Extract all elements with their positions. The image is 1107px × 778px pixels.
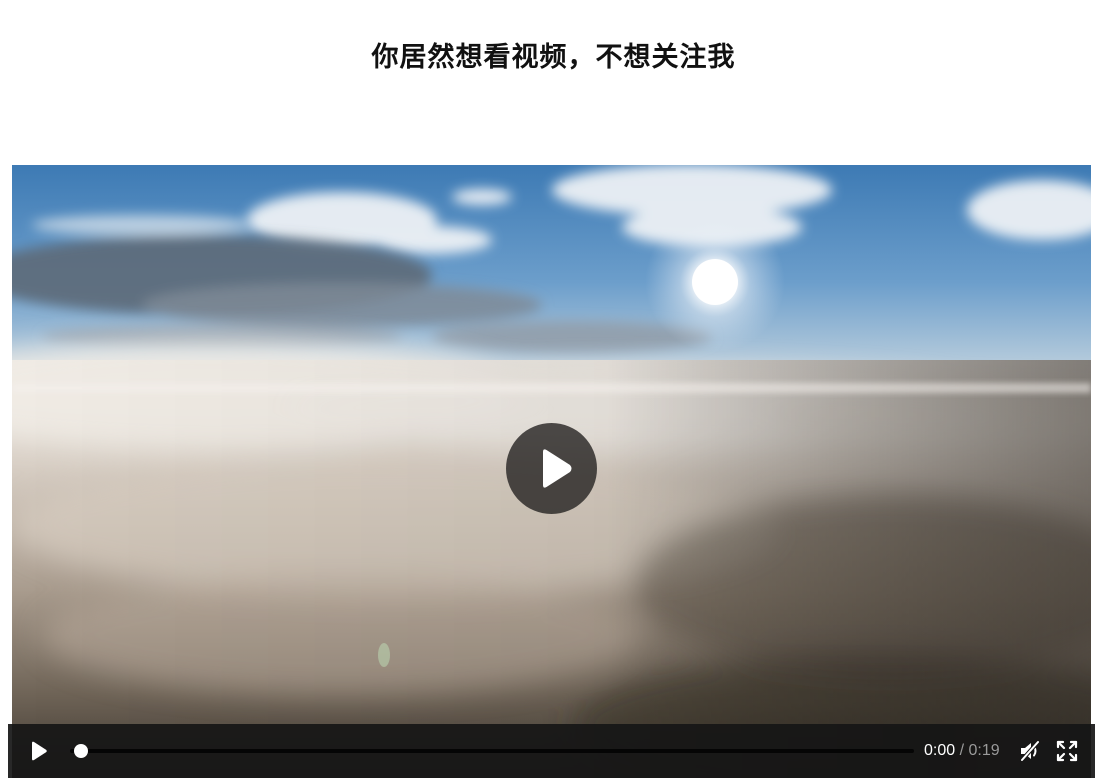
time-separator: /	[959, 742, 965, 759]
play-icon	[543, 449, 572, 488]
time-display: 0:00 / 0:19	[924, 740, 1000, 762]
seek-bar[interactable]	[70, 744, 914, 758]
video-player[interactable]	[12, 165, 1091, 778]
current-time: 0:00	[924, 742, 956, 759]
play-icon	[32, 741, 47, 761]
big-play-button[interactable]	[506, 423, 597, 514]
play-button[interactable]	[24, 737, 52, 765]
muted-speaker-icon	[1020, 740, 1040, 762]
page-title: 你居然想看视频，不想关注我	[371, 42, 736, 73]
fullscreen-icon	[1056, 740, 1078, 762]
video-control-bar: 0:00 / 0:19	[8, 724, 1095, 778]
seek-bar-knob[interactable]	[74, 744, 88, 758]
mute-button[interactable]	[1016, 737, 1044, 765]
duration: 0:19	[968, 742, 1000, 759]
seek-bar-track	[70, 749, 914, 753]
fullscreen-button[interactable]	[1053, 737, 1081, 765]
